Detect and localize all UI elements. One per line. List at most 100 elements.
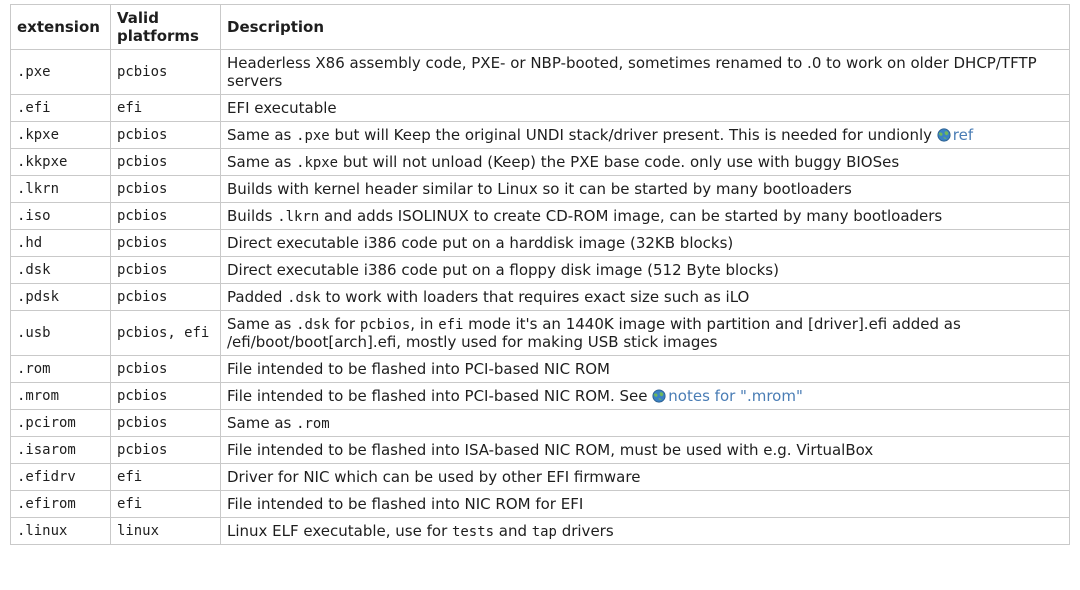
- desc-text: File intended to be flashed into PCI-bas…: [227, 387, 652, 405]
- desc-text: Builds with kernel header similar to Lin…: [227, 180, 852, 198]
- cell-extension: .pxe: [11, 50, 111, 95]
- table-row: .pxepcbiosHeaderless X86 assembly code, …: [11, 50, 1070, 95]
- cell-description: Headerless X86 assembly code, PXE- or NB…: [221, 50, 1070, 95]
- desc-code: .kpxe: [296, 155, 338, 171]
- table-row: .pcirompcbiosSame as .rom: [11, 410, 1070, 437]
- cell-platforms: pcbios: [111, 149, 221, 176]
- cell-description: Driver for NIC which can be used by othe…: [221, 464, 1070, 491]
- globe-icon: [652, 389, 666, 403]
- cell-description: Same as .kpxe but will not unload (Keep)…: [221, 149, 1070, 176]
- cell-description: Same as .dsk for pcbios, in efi mode it'…: [221, 311, 1070, 356]
- desc-text: Direct executable i386 code put on a har…: [227, 234, 733, 252]
- cell-platforms: pcbios, efi: [111, 311, 221, 356]
- cell-description: File intended to be flashed into ISA-bas…: [221, 437, 1070, 464]
- table-row: .hdpcbios Direct executable i386 code put…: [11, 230, 1070, 257]
- desc-text: Direct executable i386 code put on a flo…: [227, 261, 779, 279]
- cell-extension: .efirom: [11, 491, 111, 518]
- cell-platforms: pcbios: [111, 284, 221, 311]
- cell-description: Builds .lkrn and adds ISOLINUX to create…: [221, 203, 1070, 230]
- desc-code: .dsk: [287, 290, 321, 306]
- table-row: .dskpcbios Direct executable i386 code pu…: [11, 257, 1070, 284]
- cell-platforms: pcbios: [111, 230, 221, 257]
- table-row: .efidrvefi Driver for NIC which can be us…: [11, 464, 1070, 491]
- desc-code: .pxe: [296, 128, 330, 144]
- cell-extension: .dsk: [11, 257, 111, 284]
- col-extension: extension: [11, 5, 111, 50]
- desc-text: drivers: [557, 522, 614, 540]
- cell-description: File intended to be flashed into PCI-bas…: [221, 356, 1070, 383]
- table-row: .linuxlinuxLinux ELF executable, use for…: [11, 518, 1070, 545]
- table-row: .efiromefiFile intended to be flashed in…: [11, 491, 1070, 518]
- cell-platforms: pcbios: [111, 50, 221, 95]
- cell-platforms: pcbios: [111, 176, 221, 203]
- cell-extension: .mrom: [11, 383, 111, 410]
- desc-code: tap: [532, 524, 557, 540]
- desc-text: Linux ELF executable, use for: [227, 522, 452, 540]
- table-row: .mrompcbios File intended to be flashed i…: [11, 383, 1070, 410]
- cell-extension: .kpxe: [11, 122, 111, 149]
- desc-text: Same as: [227, 126, 296, 144]
- desc-text: for: [330, 315, 360, 333]
- desc-text: EFI executable: [227, 99, 337, 117]
- desc-code: .lkrn: [277, 209, 319, 225]
- cell-extension: .isarom: [11, 437, 111, 464]
- desc-text: , in: [410, 315, 438, 333]
- cell-extension: .rom: [11, 356, 111, 383]
- table-row: .kkpxepcbiosSame as .kpxe but will not u…: [11, 149, 1070, 176]
- desc-text: File intended to be flashed into PCI-bas…: [227, 360, 610, 378]
- desc-code: efi: [438, 317, 463, 333]
- desc-text: and adds ISOLINUX to create CD-ROM image…: [319, 207, 942, 225]
- cell-platforms: pcbios: [111, 203, 221, 230]
- desc-text: but will not unload (Keep) the PXE base …: [338, 153, 899, 171]
- cell-platforms: pcbios: [111, 122, 221, 149]
- table-row: .kpxepcbiosSame as .pxe but will Keep th…: [11, 122, 1070, 149]
- desc-text: Builds: [227, 207, 277, 225]
- cell-extension: .linux: [11, 518, 111, 545]
- extensions-table-container: extension Valid platforms Description .p…: [2, 0, 1078, 557]
- desc-code: .rom: [296, 416, 330, 432]
- cell-platforms: pcbios: [111, 437, 221, 464]
- cell-extension: .usb: [11, 311, 111, 356]
- globe-icon: [937, 128, 951, 142]
- cell-extension: .efi: [11, 95, 111, 122]
- desc-text: to work with loaders that requires exact…: [321, 288, 750, 306]
- col-description: Description: [221, 5, 1070, 50]
- table-row: .usbpcbios, efiSame as .dsk for pcbios, …: [11, 311, 1070, 356]
- desc-text: Same as: [227, 414, 296, 432]
- cell-description: Same as .pxe but will Keep the original …: [221, 122, 1070, 149]
- col-valid-platforms: Valid platforms: [111, 5, 221, 50]
- table-row: .isarompcbios File intended to be flashed…: [11, 437, 1070, 464]
- cell-platforms: efi: [111, 95, 221, 122]
- desc-link[interactable]: ref: [937, 126, 973, 144]
- cell-extension: .iso: [11, 203, 111, 230]
- cell-platforms: pcbios: [111, 410, 221, 437]
- cell-description: File intended to be flashed into NIC ROM…: [221, 491, 1070, 518]
- table-row: .isopcbiosBuilds .lkrn and adds ISOLINUX…: [11, 203, 1070, 230]
- cell-extension: .pdsk: [11, 284, 111, 311]
- desc-text: and: [494, 522, 532, 540]
- desc-code: .dsk: [296, 317, 330, 333]
- table-header-row: extension Valid platforms Description: [11, 5, 1070, 50]
- desc-text: Headerless X86 assembly code, PXE- or NB…: [227, 54, 1037, 90]
- cell-extension: .hd: [11, 230, 111, 257]
- desc-link-label: notes for ".mrom": [668, 387, 803, 405]
- desc-text: Same as: [227, 153, 296, 171]
- desc-text: Padded: [227, 288, 287, 306]
- table-row: .rompcbiosFile intended to be flashed in…: [11, 356, 1070, 383]
- cell-description: Same as .rom: [221, 410, 1070, 437]
- desc-link-label: ref: [953, 126, 973, 144]
- cell-platforms: pcbios: [111, 383, 221, 410]
- cell-platforms: efi: [111, 464, 221, 491]
- cell-platforms: pcbios: [111, 257, 221, 284]
- table-row: .efiefi EFI executable: [11, 95, 1070, 122]
- desc-link[interactable]: notes for ".mrom": [652, 387, 803, 405]
- desc-code: tests: [452, 524, 494, 540]
- desc-text: Driver for NIC which can be used by othe…: [227, 468, 640, 486]
- cell-extension: .efidrv: [11, 464, 111, 491]
- cell-platforms: efi: [111, 491, 221, 518]
- cell-description: Linux ELF executable, use for tests and …: [221, 518, 1070, 545]
- cell-description: Direct executable i386 code put on a flo…: [221, 257, 1070, 284]
- desc-text: but will Keep the original UNDI stack/dr…: [330, 126, 937, 144]
- cell-extension: .pcirom: [11, 410, 111, 437]
- desc-text: File intended to be flashed into ISA-bas…: [227, 441, 873, 459]
